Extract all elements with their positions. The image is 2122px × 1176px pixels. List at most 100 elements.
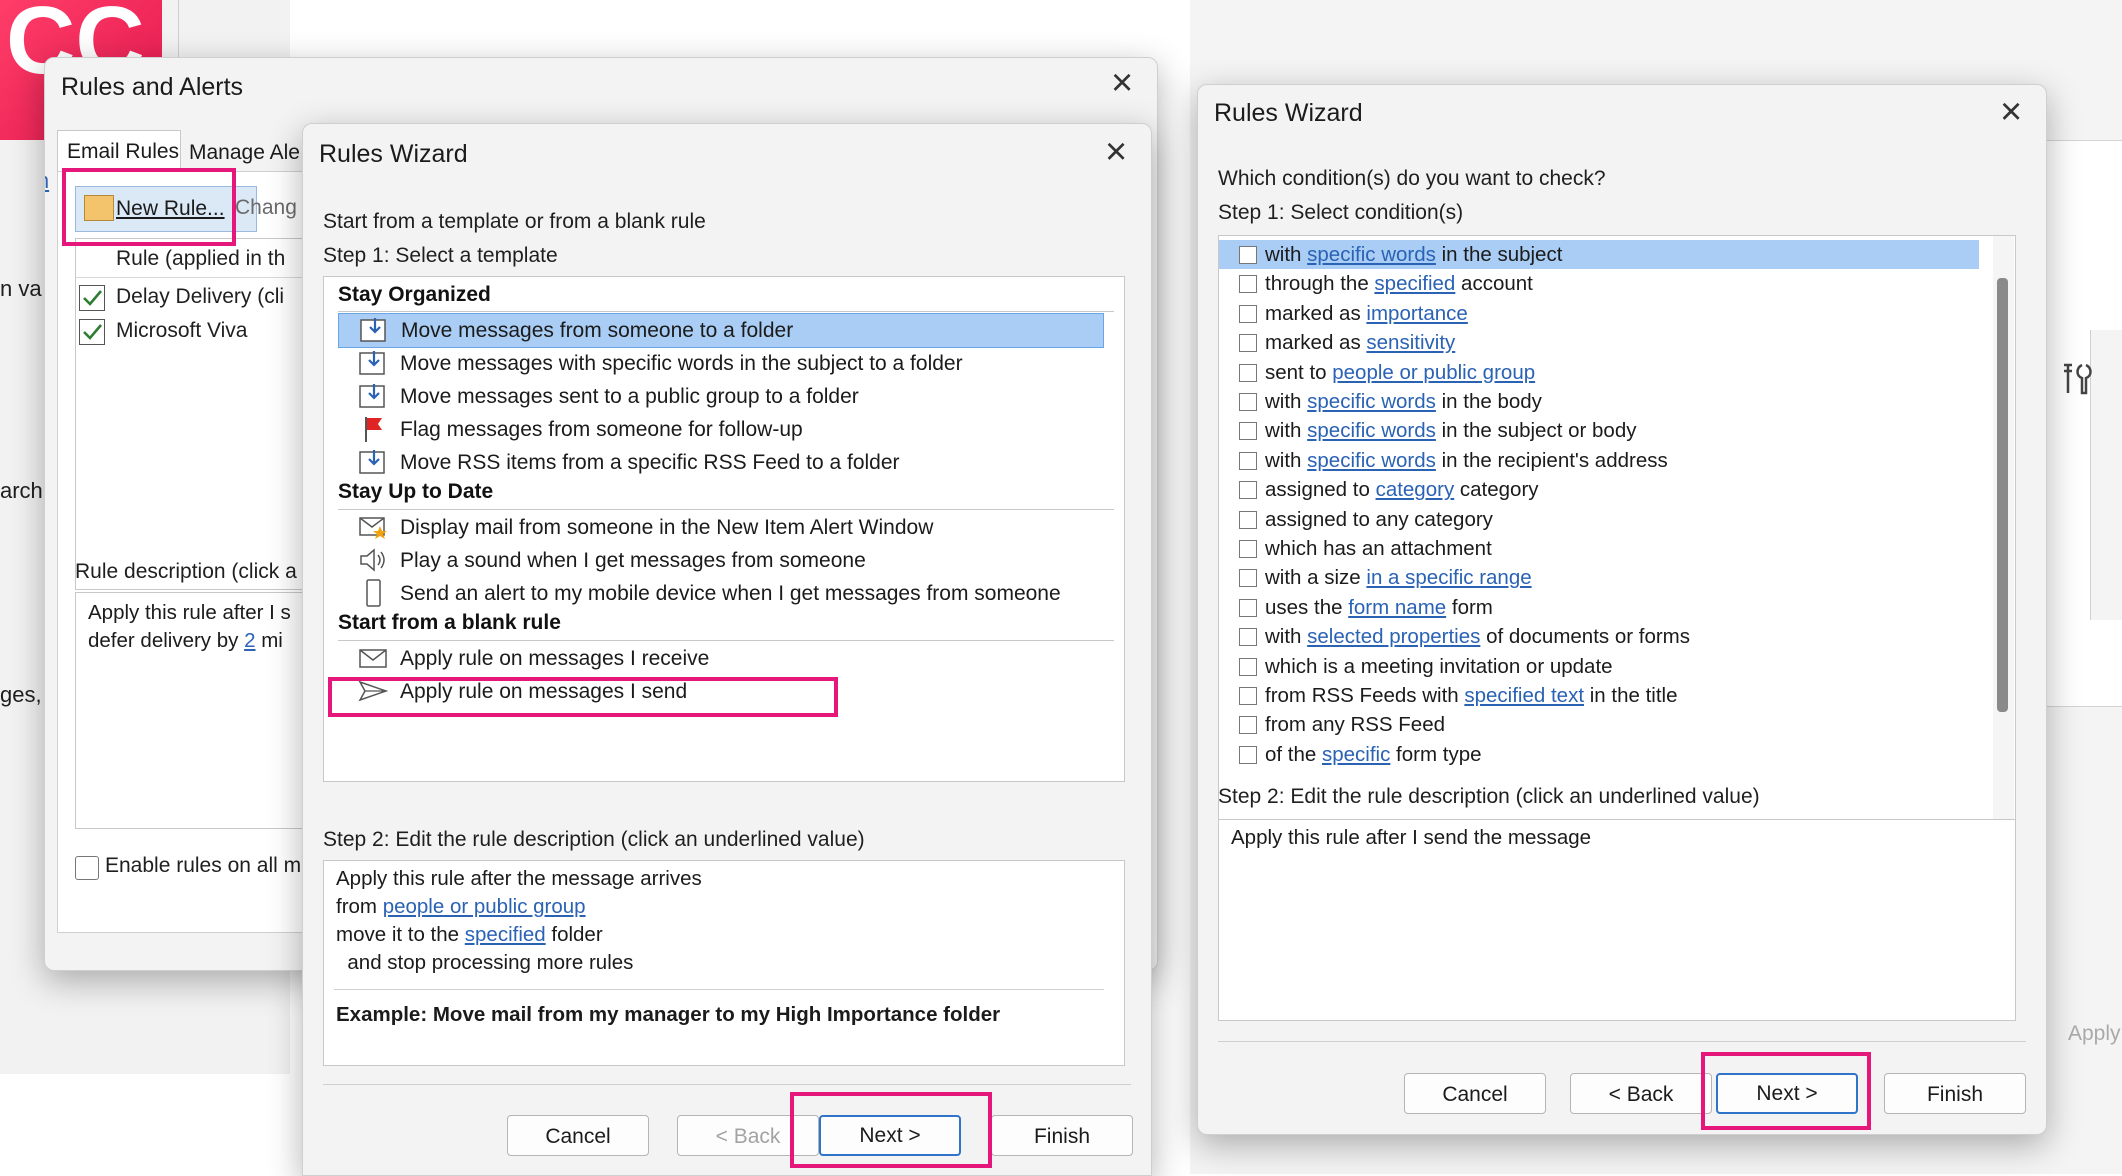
condition-value-link[interactable]: specific words	[1307, 419, 1436, 442]
condition-checkbox[interactable]	[1239, 363, 1257, 382]
condition-checkbox[interactable]	[1239, 481, 1257, 500]
background-text-fragment: n va	[0, 276, 42, 301]
condition-row[interactable]: with a size in a specific range	[1219, 563, 1979, 592]
condition-checkbox[interactable]	[1239, 246, 1257, 264]
template-label: Display mail from someone in the New Ite…	[400, 516, 934, 539]
dialog-title: Rules Wizard	[1214, 99, 1363, 127]
condition-row[interactable]: with selected properties of documents or…	[1219, 622, 1979, 651]
example-divider	[334, 989, 1104, 990]
finish-button[interactable]: Finish	[1884, 1073, 2026, 1114]
close-icon[interactable]: ×	[2000, 93, 2022, 131]
condition-checkbox[interactable]	[1239, 422, 1257, 441]
template-item[interactable]: Send an alert to my mobile device when I…	[338, 577, 1102, 610]
condition-row[interactable]: which is a meeting invitation or update	[1219, 652, 1979, 681]
rule-description-line: Apply this rule after I s	[88, 601, 291, 624]
condition-value-link[interactable]: specified text	[1464, 684, 1584, 707]
condition-value-link[interactable]: people or public group	[1332, 361, 1535, 384]
cancel-button[interactable]: Cancel	[507, 1115, 649, 1156]
condition-text: of documents or forms	[1480, 625, 1691, 649]
condition-checkbox[interactable]	[1239, 451, 1257, 470]
condition-row[interactable]: of the specific form type	[1219, 740, 1979, 769]
alert-window-icon	[358, 513, 388, 541]
tab-email-rules[interactable]: Email Rules	[57, 130, 181, 173]
rule-checkbox[interactable]	[79, 285, 105, 311]
condition-checkbox[interactable]	[1239, 393, 1257, 411]
condition-label: uses the form name form	[1265, 593, 1493, 622]
template-item[interactable]: Flag messages from someone for follow-up	[338, 413, 1102, 446]
condition-value-link[interactable]: specific words	[1307, 449, 1436, 472]
condition-row[interactable]: which has an attachment	[1219, 534, 1979, 563]
condition-row[interactable]: assigned to any category	[1219, 505, 1979, 534]
defer-minutes-link[interactable]: 2	[244, 629, 255, 652]
template-item[interactable]: Display mail from someone in the New Ite…	[338, 511, 1102, 544]
condition-value-link[interactable]: sensitivity	[1366, 331, 1455, 354]
rule-checkbox[interactable]	[79, 319, 105, 345]
desc-line: Apply this rule after I send the message	[1231, 826, 1592, 849]
condition-checkbox[interactable]	[1239, 275, 1257, 294]
condition-row[interactable]: marked as sensitivity	[1219, 328, 1979, 357]
condition-row[interactable]: through the specified account	[1219, 269, 1979, 298]
condition-checkbox[interactable]	[1239, 687, 1257, 705]
condition-checkbox[interactable]	[1239, 540, 1257, 558]
condition-checkbox[interactable]	[1239, 657, 1257, 676]
flag-icon	[358, 415, 388, 443]
template-item[interactable]: Move messages from someone to a folder	[338, 313, 1104, 348]
cancel-button[interactable]: Cancel	[1404, 1073, 1546, 1114]
condition-text: category	[1454, 478, 1539, 502]
desc-text: move it to the	[336, 923, 465, 946]
template-item[interactable]: Move messages sent to a public group to …	[338, 380, 1102, 413]
condition-checkbox[interactable]	[1239, 628, 1257, 647]
back-button[interactable]: < Back	[1570, 1073, 1712, 1114]
template-item[interactable]: Apply rule on messages I receive	[338, 642, 1102, 675]
condition-checkbox[interactable]	[1239, 304, 1257, 323]
condition-text: in the recipient's address	[1435, 448, 1668, 472]
condition-row[interactable]: from RSS Feeds with specified text in th…	[1219, 681, 1979, 710]
template-item[interactable]: Move messages with specific words in the…	[338, 347, 1102, 380]
condition-row[interactable]: assigned to category category	[1219, 475, 1979, 504]
condition-row[interactable]: sent to people or public group	[1219, 358, 1979, 387]
template-label: Flag messages from someone for follow-up	[400, 418, 803, 441]
specified-folder-link[interactable]: specified	[465, 923, 546, 946]
close-icon[interactable]: ×	[1111, 64, 1133, 102]
condition-label: from any RSS Feed	[1265, 710, 1445, 739]
condition-row[interactable]: uses the form name form	[1219, 593, 1979, 622]
condition-value-link[interactable]: category	[1376, 478, 1455, 501]
condition-value-link[interactable]: importance	[1366, 302, 1467, 325]
change-link[interactable]: Ch	[45, 168, 49, 194]
condition-row[interactable]: from any RSS Feed	[1219, 710, 1979, 739]
condition-text: with	[1265, 243, 1308, 266]
template-item[interactable]: Move RSS items from a specific RSS Feed …	[338, 446, 1102, 479]
condition-value-link[interactable]: specific words	[1307, 390, 1436, 413]
finish-button[interactable]: Finish	[991, 1115, 1133, 1156]
step1-label: Step 1: Select a template	[323, 244, 558, 267]
tools-icon	[2062, 362, 2092, 396]
condition-row[interactable]: with specific words in the subject or bo…	[1219, 416, 1979, 445]
change-rule-button[interactable]: Chang	[235, 196, 297, 220]
condition-row[interactable]: with specific words in the body	[1219, 387, 1979, 416]
condition-value-link[interactable]: specific	[1322, 743, 1390, 766]
condition-row[interactable]: marked as importance	[1219, 299, 1979, 328]
condition-checkbox[interactable]	[1239, 745, 1257, 764]
condition-value-link[interactable]: in a specific range	[1366, 566, 1531, 589]
condition-value-link[interactable]: form name	[1348, 596, 1446, 619]
condition-checkbox[interactable]	[1239, 598, 1257, 617]
condition-value-link[interactable]: specified	[1374, 272, 1455, 295]
close-icon[interactable]: ×	[1105, 133, 1127, 171]
condition-row[interactable]: with specific words in the subject	[1219, 240, 1979, 269]
condition-row[interactable]: with specific words in the recipient's a…	[1219, 446, 1979, 475]
background-text-fragment: ges,	[0, 682, 42, 707]
condition-value-link[interactable]: specific words	[1307, 243, 1436, 266]
scrollbar-thumb[interactable]	[1997, 278, 2008, 712]
condition-checkbox[interactable]	[1239, 569, 1257, 588]
condition-checkbox[interactable]	[1239, 510, 1257, 529]
highlight-apply-rule-on-send	[328, 677, 838, 717]
enable-rules-checkbox[interactable]	[75, 856, 99, 880]
desc-text: folder	[545, 923, 603, 946]
step2-label: Step 2: Edit the rule description (click…	[1218, 785, 1760, 808]
template-item[interactable]: Play a sound when I get messages from so…	[338, 544, 1102, 577]
condition-text: from RSS Feeds with	[1265, 684, 1465, 707]
people-or-public-group-link[interactable]: people or public group	[383, 895, 586, 918]
condition-checkbox[interactable]	[1239, 716, 1257, 735]
condition-value-link[interactable]: selected properties	[1307, 625, 1480, 648]
condition-checkbox[interactable]	[1239, 334, 1257, 353]
